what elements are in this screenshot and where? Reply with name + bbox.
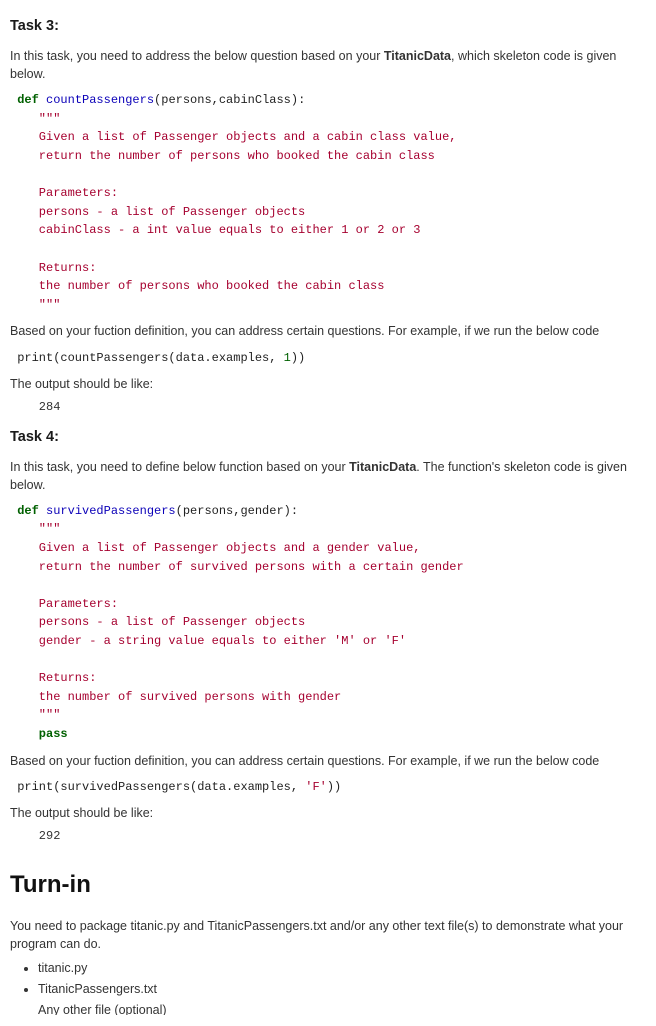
docstring-line: """	[10, 112, 60, 126]
kw-def: def	[17, 504, 39, 518]
fn-name: countPassengers	[46, 93, 154, 107]
call-arg: 'F'	[305, 780, 327, 794]
docstring-line: """	[10, 522, 60, 536]
docstring-line: Returns:	[10, 671, 96, 685]
task4-output: 292	[10, 828, 646, 845]
task4-intro-bold: TitanicData	[349, 460, 416, 474]
docstring-line: gender - a string value equals to either…	[10, 634, 406, 648]
docstring-line: persons - a list of Passenger objects	[10, 205, 305, 219]
task4-output-label: The output should be like:	[10, 804, 646, 822]
task4-call-block: print(survivedPassengers(data.examples, …	[10, 776, 646, 799]
pass-keyword: pass	[10, 727, 68, 741]
task4-heading: Task 4:	[10, 427, 646, 448]
task4-intro: In this task, you need to define below f…	[10, 458, 646, 494]
task3-code-block: def countPassengers(persons,cabinClass):…	[10, 89, 646, 316]
docstring-line: Given a list of Passenger objects and a …	[10, 130, 456, 144]
task4-code-block: def survivedPassengers(persons,gender): …	[10, 500, 646, 746]
kw-def: def	[17, 93, 39, 107]
call-suffix: ))	[327, 780, 341, 794]
docstring-line: return the number of persons who booked …	[10, 149, 435, 163]
docstring-line: Parameters:	[10, 597, 118, 611]
task3-heading: Task 3:	[10, 16, 646, 37]
docstring-line: Given a list of Passenger objects and a …	[10, 541, 420, 555]
fn-name: survivedPassengers	[46, 504, 176, 518]
fn-params: (persons,gender):	[176, 504, 298, 518]
docstring-line: Parameters:	[10, 186, 118, 200]
task3-output: 284	[10, 399, 646, 416]
task3-intro-bold: TitanicData	[384, 49, 451, 63]
turnin-file-item: Any other file (optional)	[38, 1001, 646, 1015]
docstring-line: persons - a list of Passenger objects	[10, 615, 305, 629]
docstring-line: """	[10, 298, 60, 312]
fn-params: (persons,cabinClass):	[154, 93, 305, 107]
docstring-line: Returns:	[10, 261, 96, 275]
docstring-line: the number of persons who booked the cab…	[10, 279, 384, 293]
docstring-line: return the number of survived persons wi…	[10, 560, 464, 574]
turnin-heading: Turn-in	[10, 868, 646, 903]
task3-intro-pre: In this task, you need to address the be…	[10, 49, 384, 63]
turnin-file-item: TitanicPassengers.txt	[38, 980, 646, 998]
docstring-line: the number of survived persons with gend…	[10, 690, 341, 704]
call-suffix: ))	[291, 351, 305, 365]
docstring-line: """	[10, 708, 60, 722]
docstring-line: cabinClass - a int value equals to eithe…	[10, 223, 420, 237]
turnin-file-list: titanic.py TitanicPassengers.txt Any oth…	[10, 959, 646, 1015]
task4-based-text: Based on your fuction definition, you ca…	[10, 752, 646, 770]
turnin-body: You need to package titanic.py and Titan…	[10, 917, 646, 953]
call-prefix: print(countPassengers(data.examples,	[10, 351, 284, 365]
task3-based-text: Based on your fuction definition, you ca…	[10, 322, 646, 340]
call-arg: 1	[284, 351, 291, 365]
task3-output-label: The output should be like:	[10, 375, 646, 393]
turnin-file-item: titanic.py	[38, 959, 646, 977]
call-prefix: print(survivedPassengers(data.examples,	[10, 780, 305, 794]
task3-call-block: print(countPassengers(data.examples, 1))	[10, 347, 646, 370]
task3-intro: In this task, you need to address the be…	[10, 47, 646, 83]
task4-intro-pre: In this task, you need to define below f…	[10, 460, 349, 474]
